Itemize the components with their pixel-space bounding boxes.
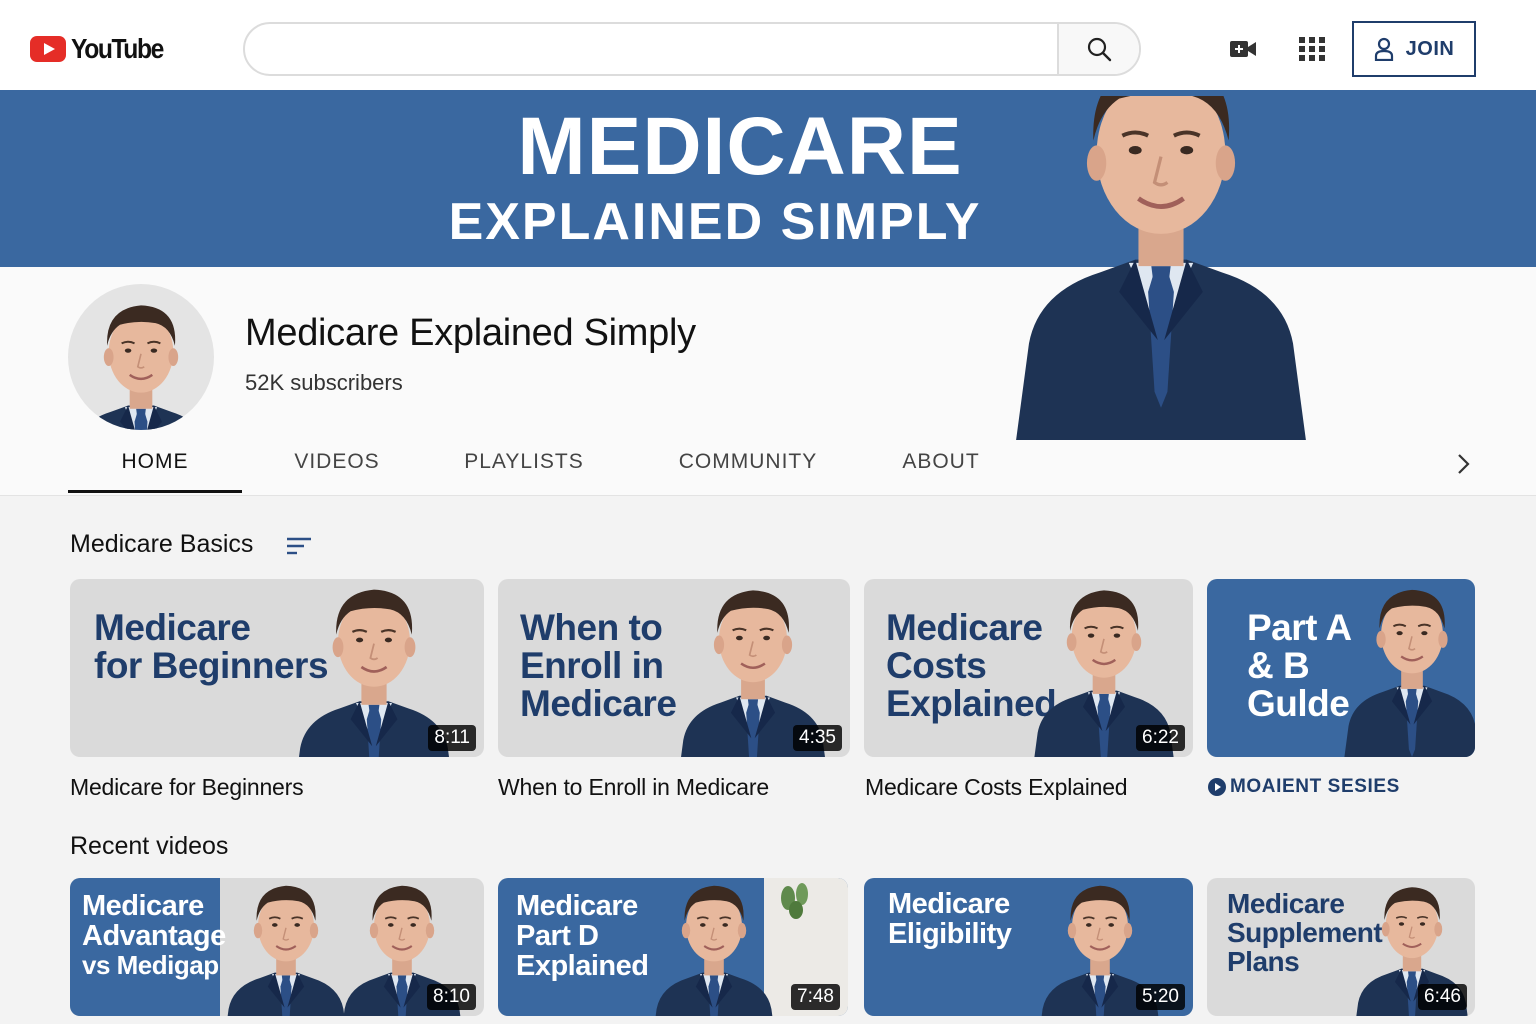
thumb-text-line: Enroll in	[520, 645, 664, 687]
thumb-text-line: vs Medigap	[82, 949, 219, 980]
thumb-text-line: Explained	[516, 949, 649, 982]
video-thumbnail[interactable]: Medicare Advantage vs Medigap 8:10	[70, 878, 484, 1016]
section-title-basics: Medicare Basics	[70, 530, 254, 558]
presenter-image	[1341, 588, 1475, 757]
video-duration: 7:48	[791, 984, 840, 1010]
youtube-logo[interactable]: YouTube	[30, 33, 175, 64]
video-camera-icon[interactable]	[1228, 36, 1258, 62]
thumb-text-line: When to	[520, 607, 663, 648]
video-thumbnail[interactable]: Medicare Eligibility 5:20	[864, 878, 1193, 1016]
video-duration: 4:35	[793, 725, 842, 751]
thumb-text-line: & B	[1247, 645, 1310, 687]
thumb-text-line: Medicare	[888, 888, 1010, 920]
presenter-image	[649, 884, 779, 1016]
video-thumbnail[interactable]: Medicare Supplement Plans 6:46	[1207, 878, 1475, 1016]
play-icon	[1208, 778, 1226, 796]
channel-avatar[interactable]	[68, 284, 214, 430]
video-duration: 8:10	[427, 984, 476, 1010]
tabs-divider	[0, 495, 1536, 496]
thumb-text-line: Advantage	[82, 919, 226, 952]
search-button[interactable]	[1057, 24, 1139, 74]
search-bar	[243, 22, 1141, 76]
thumb-text-line: Part A	[1247, 607, 1352, 648]
thumb-text-line: Eligibility	[888, 917, 1012, 950]
apps-grid-icon[interactable]	[1298, 36, 1326, 62]
section-title-recent: Recent videos	[70, 832, 229, 860]
tab-home[interactable]: HOME	[68, 444, 242, 492]
playlist-label[interactable]: MOAIENT SESIES	[1208, 776, 1400, 798]
search-icon	[1087, 37, 1112, 62]
video-duration: 8:11	[428, 725, 476, 751]
video-title[interactable]: Medicare Costs Explained	[865, 774, 1128, 801]
top-bar: YouTube JOIN	[0, 0, 1536, 90]
join-button[interactable]: JOIN	[1352, 21, 1476, 77]
playlist-title: MOAIENT SESIES	[1230, 776, 1400, 797]
join-label: JOIN	[1405, 37, 1455, 60]
video-duration: 5:20	[1136, 984, 1185, 1010]
video-duration: 6:22	[1136, 725, 1185, 751]
video-title[interactable]: When to Enroll in Medicare	[498, 774, 769, 801]
search-input[interactable]	[245, 24, 1057, 74]
video-thumbnail[interactable]: When to Enroll in Medicare 4:35	[498, 579, 850, 757]
sort-icon[interactable]	[286, 536, 312, 556]
user-icon	[1374, 37, 1393, 61]
tab-community[interactable]: COMMUNITY	[668, 444, 828, 492]
youtube-logo-text: YouTube	[71, 33, 164, 64]
thumb-text-line: Medicare	[82, 890, 204, 922]
active-tab-indicator	[68, 490, 242, 493]
video-duration: 6:46	[1418, 984, 1467, 1010]
video-title[interactable]: Medicare for Beginners	[70, 774, 304, 801]
video-thumbnail[interactable]: Medicare for Beginners 8:11	[70, 579, 484, 757]
thumb-text-line: Gulde	[1247, 683, 1350, 725]
playlist-thumbnail[interactable]: Part A & B Gulde	[1207, 579, 1475, 757]
chevron-right-icon[interactable]	[1452, 452, 1474, 476]
tab-about[interactable]: ABOUT	[896, 444, 986, 492]
thumb-text-line: Medicare	[516, 890, 638, 922]
video-thumbnail[interactable]: Medicare Costs Explained 6:22	[864, 579, 1193, 757]
video-thumbnail[interactable]: Medicare Part D Explained 7:48	[498, 878, 848, 1016]
thumb-text-line: Medicare	[520, 683, 677, 725]
tab-videos[interactable]: VIDEOS	[280, 444, 394, 492]
youtube-play-icon	[30, 36, 66, 62]
channel-name: Medicare Explained Simply	[245, 312, 696, 354]
tab-playlists[interactable]: PLAYLISTS	[456, 444, 592, 492]
subscriber-count: 52K subscribers	[245, 370, 403, 395]
presenter-image	[1000, 96, 1322, 440]
thumb-text-line: Part D	[516, 919, 599, 952]
